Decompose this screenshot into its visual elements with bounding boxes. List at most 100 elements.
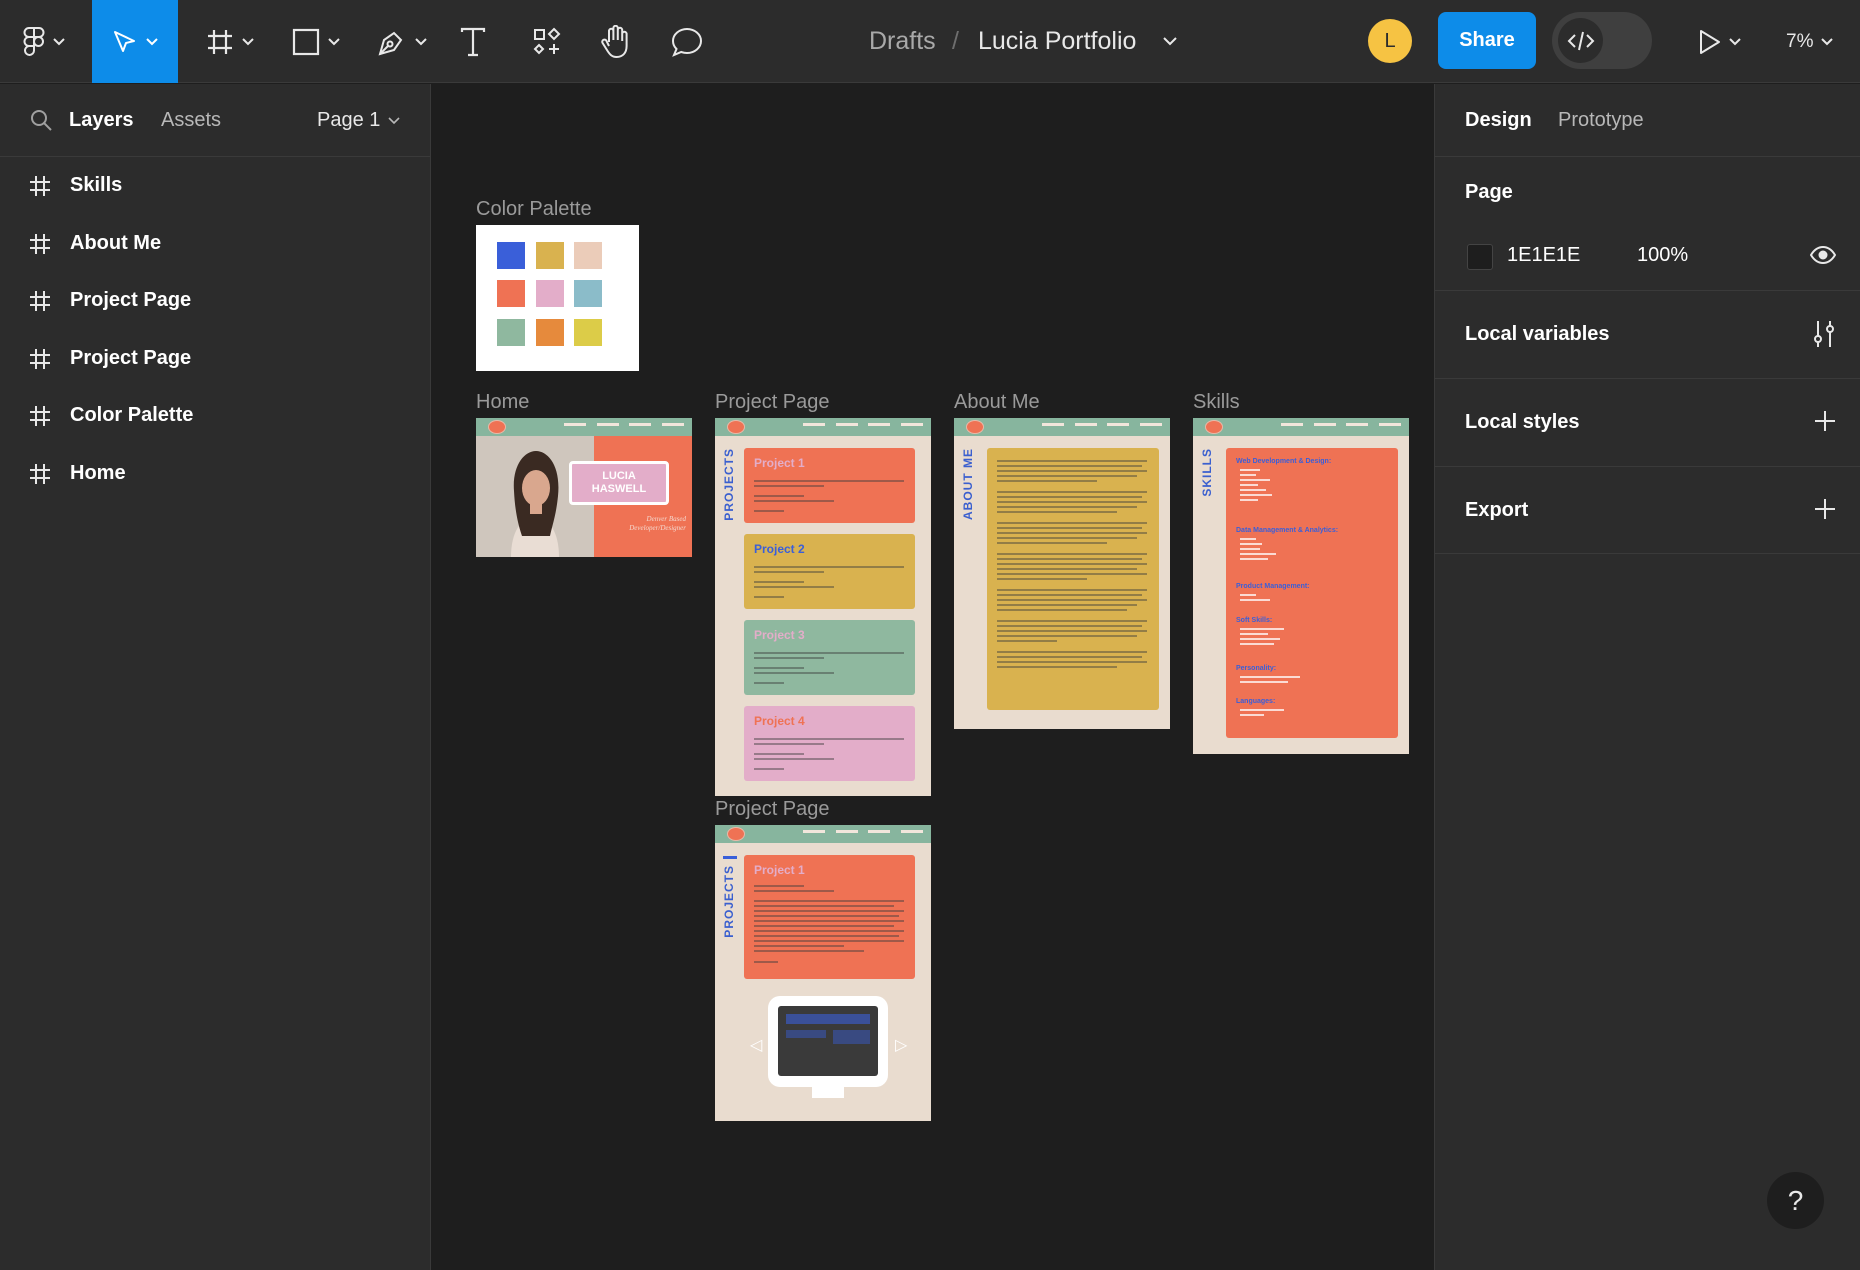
text-placeholder	[754, 950, 864, 952]
tab-design[interactable]: Design	[1465, 84, 1532, 157]
screen-header	[786, 1014, 870, 1024]
text-placeholder	[754, 495, 804, 497]
breadcrumb-separator: /	[952, 27, 959, 55]
help-button[interactable]: ?	[1767, 1172, 1824, 1229]
text-icon	[460, 27, 486, 56]
page-fill-swatch[interactable]	[1467, 244, 1493, 270]
main-menu-button[interactable]	[14, 0, 74, 83]
share-button[interactable]: Share	[1438, 12, 1536, 69]
layer-label: Skills	[70, 174, 123, 196]
frame-label-home[interactable]: Home	[476, 391, 529, 414]
text-tool-button[interactable]	[455, 0, 491, 83]
frame-label-project-page-2[interactable]: Project Page	[715, 798, 830, 821]
text-placeholder	[754, 581, 804, 583]
logo	[966, 420, 984, 434]
frame-hash-icon	[30, 405, 50, 426]
search-icon	[31, 110, 52, 131]
layer-project-page-2[interactable]: Project Page	[0, 330, 430, 387]
mini-nav	[1193, 418, 1409, 436]
layer-about-me[interactable]: About Me	[0, 215, 430, 272]
mini-nav	[476, 418, 692, 436]
zoom-control[interactable]: 7%	[1786, 0, 1834, 83]
text-placeholder	[997, 491, 1147, 493]
tab-layers[interactable]: Layers	[69, 84, 134, 157]
canvas[interactable]: Color Palette Home LUCIA HASWELL Denver …	[432, 84, 1434, 1270]
text-placeholder	[754, 667, 804, 669]
text-placeholder	[754, 510, 784, 512]
local-styles-section[interactable]: Local styles	[1435, 379, 1860, 467]
frame-skills[interactable]: SKILLS Web Development & Design: Data Ma…	[1193, 418, 1409, 754]
avatar[interactable]: L	[1368, 19, 1412, 63]
export-section[interactable]: Export	[1435, 467, 1860, 554]
hand-icon	[601, 24, 628, 58]
frame-label-about-me[interactable]: About Me	[954, 391, 1040, 414]
comment-icon	[671, 27, 703, 57]
layer-skills[interactable]: Skills	[0, 157, 430, 214]
text-placeholder	[997, 568, 1137, 570]
shape-tool-button[interactable]	[284, 0, 348, 83]
comment-tool-button[interactable]	[669, 0, 705, 83]
pen-tool-button[interactable]	[370, 0, 434, 83]
frame-color-palette[interactable]	[476, 225, 639, 371]
text-placeholder	[754, 672, 834, 674]
add-style-button[interactable]	[1814, 410, 1836, 437]
text-placeholder	[754, 768, 784, 770]
frame-label-project-page[interactable]: Project Page	[715, 391, 830, 414]
chevron-down-icon	[1821, 37, 1834, 45]
text-placeholder	[754, 935, 899, 937]
text-placeholder	[754, 900, 904, 902]
layer-color-palette[interactable]: Color Palette	[0, 387, 430, 444]
eye-icon	[1809, 245, 1837, 265]
skills-card: Web Development & Design: Data Managemen…	[1226, 448, 1398, 738]
frame-project-page[interactable]: PROJECTS Project 1 Project 2 Project 3 P…	[715, 418, 931, 796]
search-button[interactable]	[29, 108, 53, 137]
file-menu-button[interactable]	[1163, 0, 1177, 83]
page-selector[interactable]: Page 1	[317, 84, 400, 157]
skills-heading: Data Management & Analytics:	[1236, 527, 1339, 534]
tab-prototype[interactable]: Prototype	[1558, 84, 1644, 157]
text-placeholder	[997, 527, 1142, 529]
breadcrumb-project[interactable]: Drafts	[869, 0, 936, 83]
resources-tool-button[interactable]	[529, 0, 565, 83]
local-variables-button[interactable]	[1812, 320, 1836, 353]
add-export-button[interactable]	[1814, 498, 1836, 525]
file-name[interactable]: Lucia Portfolio	[978, 0, 1136, 83]
about-card	[987, 448, 1159, 710]
project-card-title: Project 1	[754, 456, 805, 470]
hand-tool-button[interactable]	[598, 0, 634, 83]
text-placeholder	[997, 501, 1147, 503]
figma-logo-icon	[23, 26, 45, 56]
palette-swatch	[497, 280, 525, 307]
project-card-4: Project 4	[744, 706, 915, 781]
page-fill-hex[interactable]: 1E1E1E	[1507, 244, 1580, 267]
frame-label-skills[interactable]: Skills	[1193, 391, 1240, 414]
project-card-title: Project 1	[754, 863, 805, 877]
visibility-toggle[interactable]	[1809, 245, 1837, 269]
page-fill-opacity[interactable]: 100%	[1637, 244, 1688, 267]
text-placeholder	[754, 682, 784, 684]
layer-project-page[interactable]: Project Page	[0, 272, 430, 329]
frame-label-color-palette[interactable]: Color Palette	[476, 198, 592, 221]
frame-hash-icon	[30, 463, 50, 484]
carousel-prev-icon: ◁	[750, 1037, 763, 1054]
frame-home[interactable]: LUCIA HASWELL Denver Based Developer/Des…	[476, 418, 692, 557]
text-placeholder	[754, 925, 894, 927]
text-placeholder	[997, 661, 1147, 663]
chevron-down-icon	[388, 116, 400, 124]
text-placeholder	[997, 475, 1137, 477]
text-placeholder	[754, 485, 824, 487]
dev-mode-toggle[interactable]	[1552, 12, 1652, 69]
frame-tool-button[interactable]	[198, 0, 262, 83]
logo	[488, 420, 506, 434]
frame-about-me[interactable]: ABOUT ME	[954, 418, 1170, 729]
layer-home[interactable]: Home	[0, 445, 430, 502]
local-variables-section[interactable]: Local variables	[1435, 291, 1860, 379]
text-placeholder	[997, 651, 1147, 653]
page-selector-label: Page 1	[317, 109, 381, 131]
present-button[interactable]	[1690, 0, 1750, 83]
move-tool-button[interactable]	[92, 0, 178, 83]
text-placeholder	[997, 578, 1087, 580]
tab-assets[interactable]: Assets	[161, 84, 221, 157]
text-placeholder	[997, 589, 1147, 591]
frame-project-page-2[interactable]: PROJECTS Project 1 ◁ ▷	[715, 825, 931, 1121]
